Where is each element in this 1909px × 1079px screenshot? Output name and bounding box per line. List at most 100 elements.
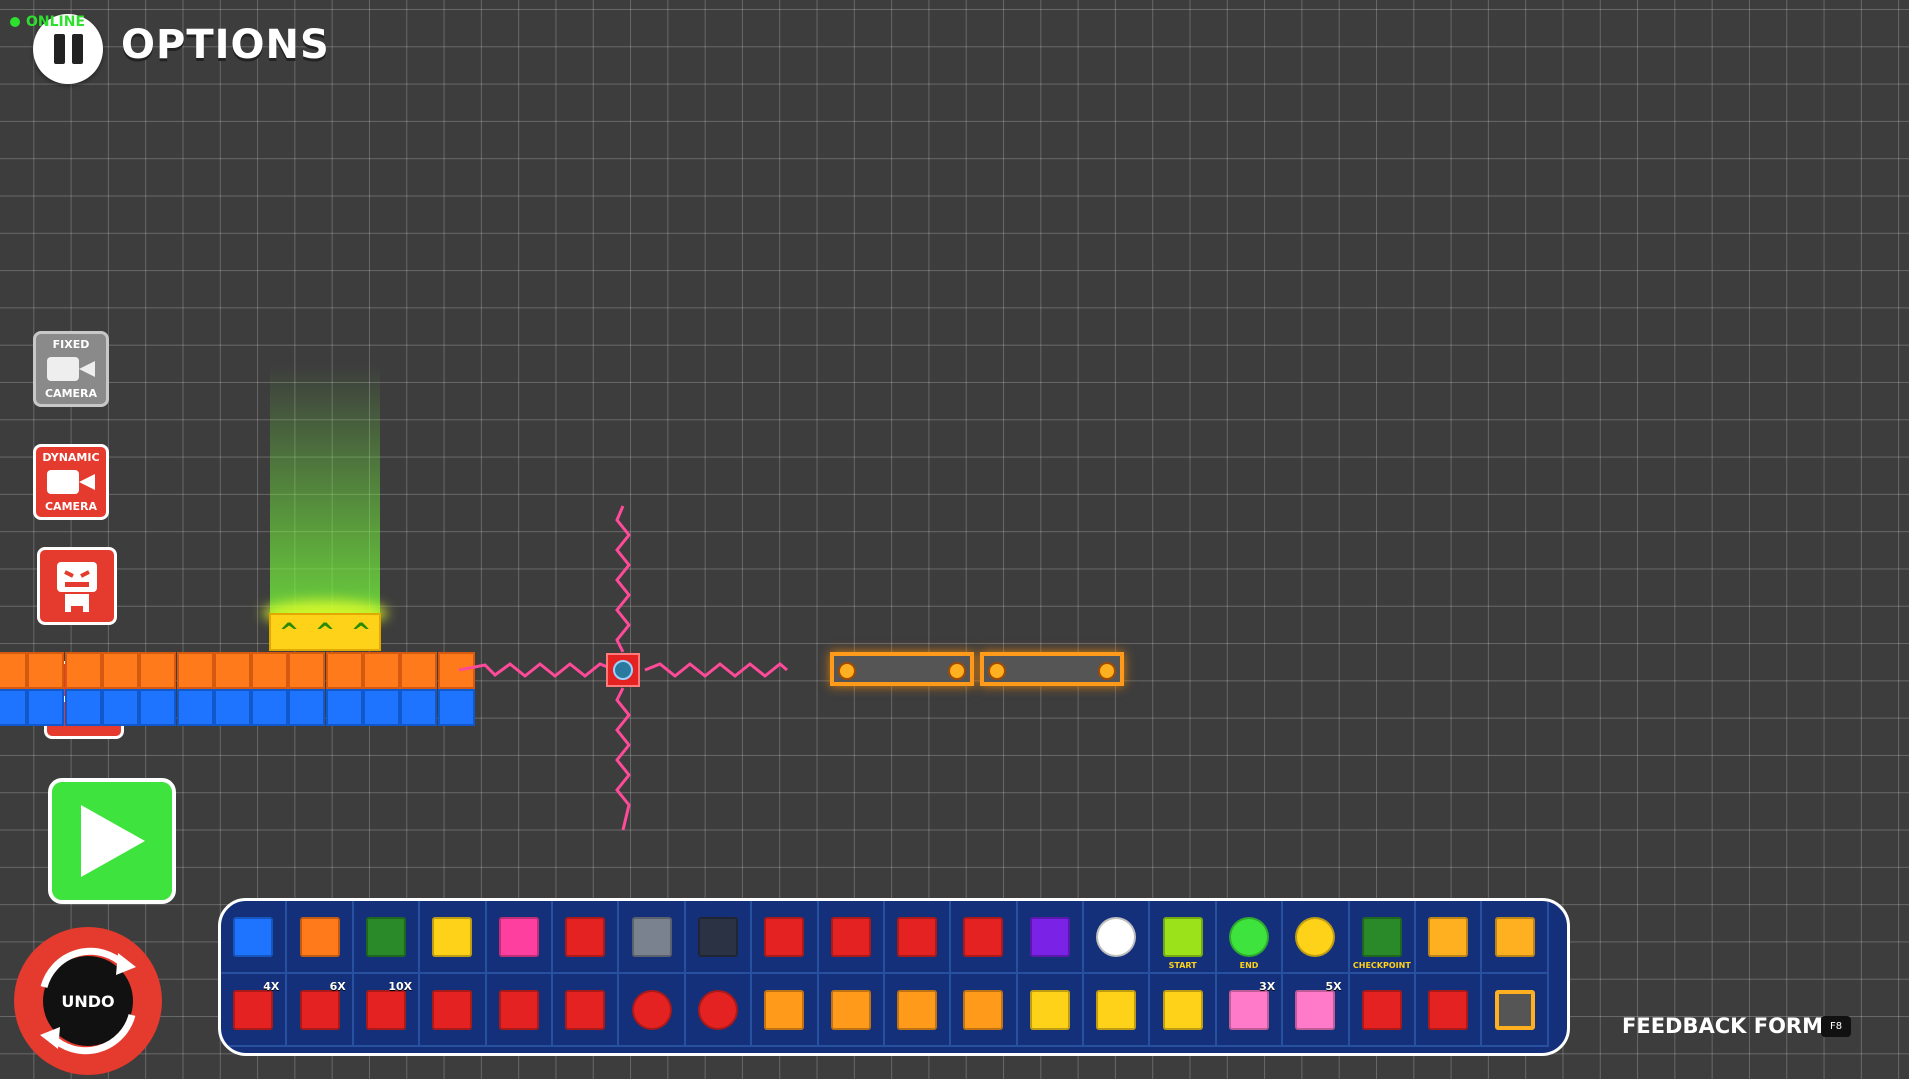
horizontal-platform-icon xyxy=(1428,916,1469,957)
play-icon xyxy=(81,805,145,877)
blue-block[interactable] xyxy=(101,689,139,726)
jump-pad-icon xyxy=(1029,989,1070,1030)
dynamic-camera-button[interactable]: DYNAMIC CAMERA xyxy=(33,444,109,520)
palette-item-red-ring-horizontal[interactable] xyxy=(619,974,686,1047)
palette-item-dark-block[interactable] xyxy=(685,901,753,974)
palette-item-horizontal-platform[interactable] xyxy=(1416,901,1483,974)
orange-block[interactable] xyxy=(325,652,363,689)
blue-block[interactable] xyxy=(325,689,363,726)
orange-block[interactable] xyxy=(27,652,65,689)
orange-block[interactable] xyxy=(363,652,400,689)
palette-item-purple-signal-block[interactable] xyxy=(1017,901,1085,974)
orange-block[interactable] xyxy=(139,652,177,689)
orange-block[interactable] xyxy=(101,652,139,689)
palette-item-yellow-block[interactable] xyxy=(420,901,487,974)
blue-block[interactable] xyxy=(0,689,27,726)
checkpoint-flag-icon xyxy=(1361,916,1402,957)
blue-block[interactable] xyxy=(176,689,214,726)
red-dice-vertical-icon xyxy=(565,989,606,1030)
red-spike-top-block-icon xyxy=(764,916,805,957)
palette-item-green-ladder-block[interactable] xyxy=(353,901,421,974)
blue-block[interactable] xyxy=(139,689,177,726)
blue-block[interactable] xyxy=(213,689,251,726)
palette-item-red-spike-top-block[interactable] xyxy=(752,901,819,974)
undo-button[interactable]: UNDO xyxy=(14,927,162,1075)
palette-item-red-row-10x[interactable]: 10X xyxy=(353,974,421,1047)
chevron-up-icon: ^ xyxy=(278,618,300,646)
palette-item-red-ring-vertical[interactable] xyxy=(685,974,753,1047)
orange-block[interactable] xyxy=(400,652,438,689)
gear-icon xyxy=(948,662,966,680)
palette-item-conveyor-right[interactable] xyxy=(1150,974,1217,1047)
palette-item-orange-block[interactable] xyxy=(287,901,354,974)
orange-block[interactable] xyxy=(176,652,214,689)
feedback-form-button[interactable]: FEEDBACK FORM xyxy=(1622,1014,1823,1038)
orange-block[interactable] xyxy=(64,652,102,689)
boost-right-icon xyxy=(897,989,938,1030)
palette-item-boost-up[interactable] xyxy=(752,974,819,1047)
palette-item-blue-block[interactable] xyxy=(221,901,288,974)
palette-item-vertical-platform[interactable] xyxy=(1482,901,1549,974)
palette-item-selected-frame-block[interactable] xyxy=(1482,974,1549,1047)
palette-item-label: 5X xyxy=(1325,980,1342,993)
palette-item-laser-horizontal[interactable] xyxy=(1416,974,1483,1047)
enemy-tool-button[interactable] xyxy=(37,547,117,625)
blue-block[interactable] xyxy=(363,689,400,726)
palette-item-red-spike-bottom-block[interactable] xyxy=(951,901,1018,974)
palette-item-boost-left[interactable] xyxy=(818,974,885,1047)
palette-item-red-dice-horizontal[interactable] xyxy=(486,974,553,1047)
pink-block-icon xyxy=(498,916,539,957)
play-button[interactable] xyxy=(48,778,176,904)
palette-item-coin[interactable] xyxy=(1283,901,1350,974)
yellow-block-icon xyxy=(432,916,473,957)
gray-block-icon xyxy=(631,916,672,957)
blue-block[interactable] xyxy=(400,689,438,726)
conveyor-belt xyxy=(980,652,1124,686)
palette-item-end-portal[interactable]: END xyxy=(1216,901,1284,974)
jump-pad[interactable]: ^ ^ ^ xyxy=(269,613,381,651)
red-spike-left-block-icon xyxy=(830,916,871,957)
fixed-camera-label-bottom: CAMERA xyxy=(44,387,98,400)
conveyor-platform[interactable] xyxy=(830,652,1124,686)
fixed-camera-label-top: FIXED xyxy=(52,338,90,351)
orange-block[interactable] xyxy=(213,652,251,689)
palette-item-pink-dice-5x[interactable]: 5X xyxy=(1283,974,1350,1047)
palette-item-red-spike-right-block[interactable] xyxy=(884,901,952,974)
palette-item-red-block[interactable] xyxy=(552,901,620,974)
dark-block-icon xyxy=(697,916,738,957)
conveyor-right-icon xyxy=(1162,989,1203,1030)
palette-item-stopwatch-icon[interactable] xyxy=(1084,901,1151,974)
palette-item-pink-dice-3x[interactable]: 3X xyxy=(1216,974,1284,1047)
laser-cross[interactable] xyxy=(455,500,795,840)
palette-item-jump-pad[interactable] xyxy=(1017,974,1085,1047)
laser-cross-icon xyxy=(1361,989,1402,1030)
palette-item-red-dice-vertical[interactable] xyxy=(552,974,620,1047)
video-camera-icon xyxy=(47,468,95,496)
blue-block[interactable] xyxy=(64,689,102,726)
palette-item-conveyor-left[interactable] xyxy=(1084,974,1151,1047)
orange-block[interactable] xyxy=(288,652,326,689)
orange-block[interactable] xyxy=(0,652,27,689)
palette-item-label: END xyxy=(1239,961,1259,970)
palette-item-pink-block[interactable] xyxy=(486,901,553,974)
palette-item-start-pad[interactable]: START xyxy=(1150,901,1217,974)
options-button[interactable]: OPTIONS xyxy=(121,22,330,68)
palette-item-robot-enemy[interactable] xyxy=(420,974,487,1047)
fixed-camera-button[interactable]: FIXED CAMERA xyxy=(33,331,109,407)
palette-item-red-row-6x[interactable]: 6X xyxy=(287,974,354,1047)
palette-item-laser-cross[interactable] xyxy=(1349,974,1417,1047)
palette-item-gray-block[interactable] xyxy=(619,901,686,974)
gear-icon xyxy=(988,662,1006,680)
blue-block[interactable] xyxy=(27,689,65,726)
palette-item-red-spike-left-block[interactable] xyxy=(818,901,885,974)
palette-item-red-row-4x[interactable]: 4X xyxy=(221,974,288,1047)
blue-block[interactable] xyxy=(251,689,289,726)
palette-item-boost-down[interactable] xyxy=(951,974,1018,1047)
palette-item-checkpoint-flag[interactable]: CHECKPOINT xyxy=(1349,901,1417,974)
palette-item-boost-right[interactable] xyxy=(884,974,952,1047)
pause-icon xyxy=(53,34,65,64)
dynamic-camera-label-top: DYNAMIC xyxy=(42,451,100,464)
red-row-6x-icon xyxy=(299,989,340,1030)
blue-block[interactable] xyxy=(288,689,326,726)
orange-block[interactable] xyxy=(251,652,289,689)
